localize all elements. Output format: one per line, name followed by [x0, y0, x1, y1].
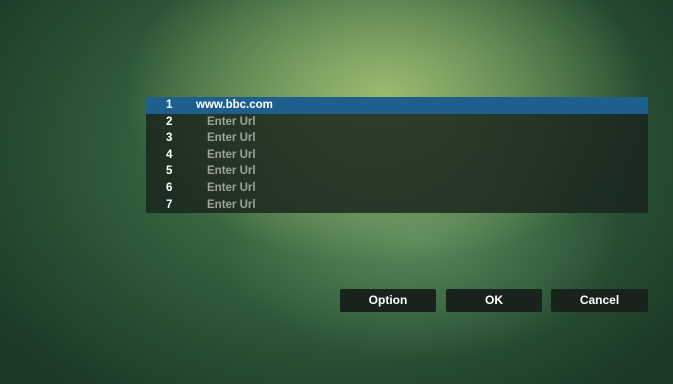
- url-item-number: 5: [166, 165, 173, 178]
- url-list: 1 www.bbc.com 2 Enter Url 3 Enter Url 4 …: [146, 97, 648, 213]
- url-item-placeholder: Enter Url: [207, 132, 256, 145]
- url-list-item-1[interactable]: 1 www.bbc.com: [146, 97, 648, 114]
- cancel-button[interactable]: Cancel: [551, 289, 648, 312]
- url-list-item-4[interactable]: 4 Enter Url: [146, 147, 648, 164]
- url-item-placeholder: Enter Url: [207, 165, 256, 178]
- url-item-text: www.bbc.com: [196, 99, 273, 111]
- url-list-item-6[interactable]: 6 Enter Url: [146, 180, 648, 197]
- url-item-placeholder: Enter Url: [207, 148, 256, 161]
- url-item-number: 7: [166, 198, 173, 211]
- url-item-number: 2: [166, 115, 173, 128]
- url-item-number: 4: [166, 148, 173, 161]
- option-button[interactable]: Option: [340, 289, 436, 312]
- url-list-item-2[interactable]: 2 Enter Url: [146, 114, 648, 131]
- url-item-placeholder: Enter Url: [207, 181, 256, 194]
- url-item-number: 1: [166, 99, 173, 111]
- url-item-placeholder: Enter Url: [207, 115, 256, 128]
- url-list-item-3[interactable]: 3 Enter Url: [146, 130, 648, 147]
- ok-button[interactable]: OK: [446, 289, 542, 312]
- url-list-item-7[interactable]: 7 Enter Url: [146, 197, 648, 214]
- url-item-number: 6: [166, 181, 173, 194]
- url-item-number: 3: [166, 132, 173, 145]
- url-list-item-5[interactable]: 5 Enter Url: [146, 163, 648, 180]
- url-item-placeholder: Enter Url: [207, 198, 256, 211]
